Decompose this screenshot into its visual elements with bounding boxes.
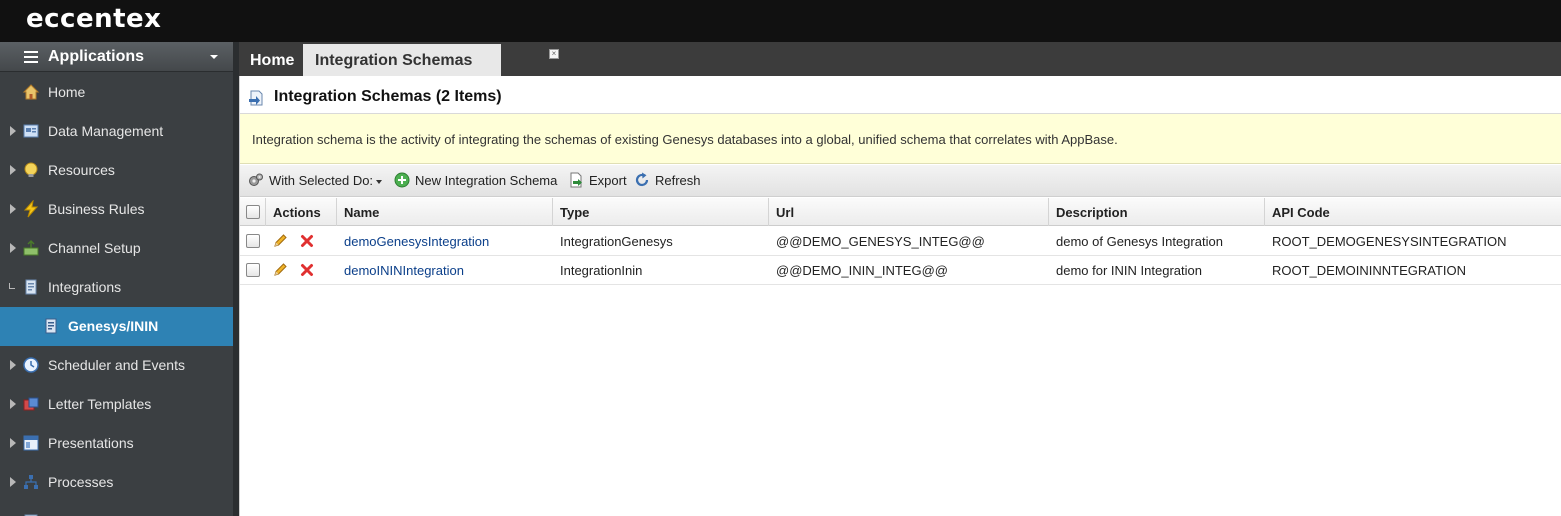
sidebar-item-home[interactable]: Home	[0, 73, 233, 112]
tab-integration-schemas[interactable]: Integration Schemas ×	[303, 44, 559, 76]
sidebar-item-integrations[interactable]: Integrations	[0, 268, 233, 307]
expand-arrow-icon[interactable]	[10, 399, 16, 409]
row-checkbox[interactable]	[246, 234, 260, 248]
schema-api-code: ROOT_DEMOININNTEGRATION	[1272, 263, 1467, 278]
delete-icon[interactable]	[299, 262, 315, 278]
edit-pencil-icon[interactable]	[272, 233, 288, 249]
tab-home[interactable]: Home	[239, 44, 302, 76]
collapse-arrow-icon[interactable]	[9, 283, 15, 289]
sidebar-item-resources[interactable]: Resources	[0, 151, 233, 190]
processes-icon	[24, 475, 38, 489]
export-icon	[570, 172, 582, 188]
reports-icon	[24, 514, 38, 516]
schema-page-icon	[249, 90, 263, 106]
channel-icon	[23, 239, 39, 256]
sidebar: Applications Home Data Management Resour…	[0, 42, 233, 516]
grid-toolbar: With Selected Do: New Integration Schema…	[240, 165, 1561, 197]
page-title: Integration Schemas (2 Items)	[274, 88, 502, 105]
grid-header: Actions Name Type Url Description API Co…	[240, 198, 1561, 226]
clock-icon	[23, 357, 39, 373]
caret-down-icon	[376, 179, 383, 184]
close-icon[interactable]: ×	[549, 49, 559, 59]
sidebar-item-channel-setup[interactable]: Channel Setup	[0, 229, 233, 268]
schema-name-link[interactable]: demoININIntegration	[344, 263, 464, 278]
table-row[interactable]: demoGenesysIntegration IntegrationGenesy…	[240, 227, 1561, 256]
expand-arrow-icon[interactable]	[10, 438, 16, 448]
document-icon	[45, 318, 57, 334]
app-logo[interactable]: eccentex	[26, 4, 161, 34]
sidebar-item-presentations[interactable]: Presentations	[0, 424, 233, 463]
gears-icon	[249, 173, 263, 186]
schema-api-code: ROOT_DEMOGENESYSINTEGRATION	[1272, 234, 1507, 249]
tab-bar: Home Integration Schemas ×	[239, 42, 1561, 76]
column-header-type[interactable]: Type	[553, 198, 769, 226]
column-header-actions[interactable]: Actions	[266, 198, 337, 226]
expand-arrow-icon[interactable]	[10, 126, 16, 136]
home-icon	[22, 84, 40, 100]
letter-icon	[23, 397, 39, 411]
schema-type: IntegrationInin	[560, 263, 643, 278]
schema-name-link[interactable]: demoGenesysIntegration	[344, 234, 489, 249]
resources-icon	[24, 162, 38, 177]
page-header: Integration Schemas (2 Items)	[240, 82, 1561, 114]
schema-url: @@DEMO_ININ_INTEG@@	[776, 263, 948, 278]
caret-down-icon	[210, 55, 218, 59]
expand-arrow-icon[interactable]	[10, 243, 16, 253]
schema-type: IntegrationGenesys	[560, 234, 673, 249]
sidebar-item-scheduler-and-events[interactable]: Scheduler and Events	[0, 346, 233, 385]
column-header-name[interactable]: Name	[337, 198, 553, 226]
data-management-icon	[23, 124, 39, 138]
column-header-api-code[interactable]: API Code	[1265, 198, 1561, 226]
sidebar-item-data-management[interactable]: Data Management	[0, 112, 233, 151]
sidebar-item-business-rules[interactable]: Business Rules	[0, 190, 233, 229]
expand-arrow-icon[interactable]	[10, 204, 16, 214]
schema-url: @@DEMO_GENESYS_INTEG@@	[776, 234, 985, 249]
sidebar-item-letter-templates[interactable]: Letter Templates	[0, 385, 233, 424]
add-icon	[394, 172, 410, 188]
applications-header[interactable]: Applications	[0, 42, 233, 72]
column-header-description[interactable]: Description	[1049, 198, 1265, 226]
schema-description: demo for ININ Integration	[1056, 263, 1202, 278]
expand-arrow-icon[interactable]	[10, 360, 16, 370]
refresh-icon	[635, 172, 649, 187]
schema-description: demo of Genesys Integration	[1056, 234, 1223, 249]
sidebar-item-genesys-inin[interactable]: Genesys/ININ	[0, 307, 233, 346]
delete-icon[interactable]	[299, 233, 315, 249]
integrations-icon	[25, 279, 37, 295]
expand-arrow-icon[interactable]	[10, 477, 16, 487]
menu-icon	[24, 51, 38, 63]
column-header-url[interactable]: Url	[769, 198, 1049, 226]
sidebar-item-processes[interactable]: Processes	[0, 463, 233, 502]
select-all-checkbox[interactable]	[246, 205, 260, 219]
info-box: Integration schema is the activity of in…	[240, 114, 1561, 164]
expand-arrow-icon[interactable]	[10, 165, 16, 175]
with-selected-do-label: With Selected Do:	[269, 173, 374, 188]
sidebar-item-more[interactable]	[0, 502, 233, 516]
table-row[interactable]: demoININIntegration IntegrationInin @@DE…	[240, 256, 1561, 285]
row-checkbox[interactable]	[246, 263, 260, 277]
main-content: Integration Schemas (2 Items) Integratio…	[239, 76, 1561, 516]
select-all-column	[240, 198, 266, 226]
top-bar: eccentex	[0, 0, 1561, 42]
presentation-icon	[23, 435, 39, 451]
info-text: Integration schema is the activity of in…	[252, 132, 1118, 147]
lightning-icon	[23, 200, 39, 218]
applications-title: Applications	[48, 48, 145, 65]
edit-pencil-icon[interactable]	[272, 262, 288, 278]
